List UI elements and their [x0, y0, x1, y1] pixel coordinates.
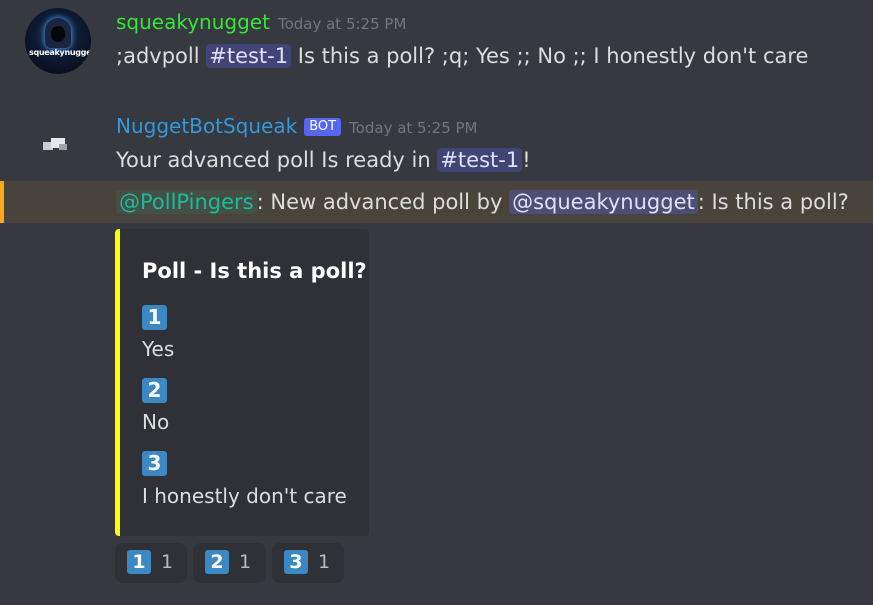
message-header: squeakynugget Today at 5:25 PM	[116, 8, 406, 38]
keycap-3-icon: 3	[284, 550, 308, 574]
avatar-pixel	[59, 144, 67, 150]
user-avatar[interactable]: squeakynugget	[25, 8, 91, 74]
message-content: @PollPingers: New advanced poll by @sque…	[116, 187, 849, 217]
avatar-face-shape	[51, 26, 65, 42]
embed-title: Poll - Is this a poll?	[142, 259, 367, 283]
message-content: ;advpoll #test-1 Is this a poll? ;q; Yes…	[116, 41, 808, 71]
role-mention[interactable]: @PollPingers	[116, 190, 257, 214]
timestamp[interactable]: Today at 5:25 PM	[349, 119, 477, 137]
keycap-1-icon: 1	[127, 550, 151, 574]
message-text: : New advanced poll by	[256, 190, 510, 214]
avatar-logo-text: squeakynugget	[29, 48, 91, 57]
message-text: ;advpoll	[116, 44, 207, 68]
poll-option-text: Yes	[142, 337, 175, 361]
poll-embed: Poll - Is this a poll? 1 Yes 2 No 3 I ho…	[115, 229, 369, 536]
reaction-button-1[interactable]: 1 1	[115, 543, 187, 583]
username[interactable]: squeakynugget	[116, 10, 270, 34]
message-content: Your advanced poll Is ready in #test-1!	[116, 145, 531, 175]
message-text: Is this a poll? ;q; Yes ;; No ;; I hones…	[291, 44, 809, 68]
bot-avatar[interactable]	[43, 138, 69, 152]
chat-view: squeakynugget squeakynugget Today at 5:25…	[0, 0, 873, 605]
channel-mention[interactable]: #test-1	[206, 44, 292, 68]
channel-mention[interactable]: #test-1	[437, 148, 523, 172]
keycap-1-icon: 1	[142, 305, 167, 330]
keycap-3-icon: 3	[142, 451, 167, 476]
user-mention[interactable]: @squeakynugget	[509, 190, 698, 214]
reaction-button-2[interactable]: 2 1	[193, 543, 266, 583]
message-header: NuggetBotSqueak BOT Today at 5:25 PM	[116, 112, 478, 142]
reaction-button-3[interactable]: 3 1	[272, 543, 344, 583]
message-text: Your advanced poll Is ready in	[116, 148, 438, 172]
bot-tag: BOT	[304, 118, 342, 136]
message-text: !	[522, 148, 531, 172]
username[interactable]: NuggetBotSqueak	[116, 114, 297, 138]
poll-option-text: No	[142, 410, 170, 434]
reaction-count: 1	[161, 551, 174, 573]
reaction-count: 1	[318, 551, 331, 573]
keycap-2-icon: 2	[142, 378, 167, 403]
timestamp[interactable]: Today at 5:25 PM	[278, 15, 406, 33]
message-text: : Is this a poll?	[697, 190, 849, 214]
keycap-2-icon: 2	[205, 550, 229, 574]
poll-option-text: I honestly don't care	[142, 484, 347, 508]
reaction-count: 1	[239, 551, 252, 573]
